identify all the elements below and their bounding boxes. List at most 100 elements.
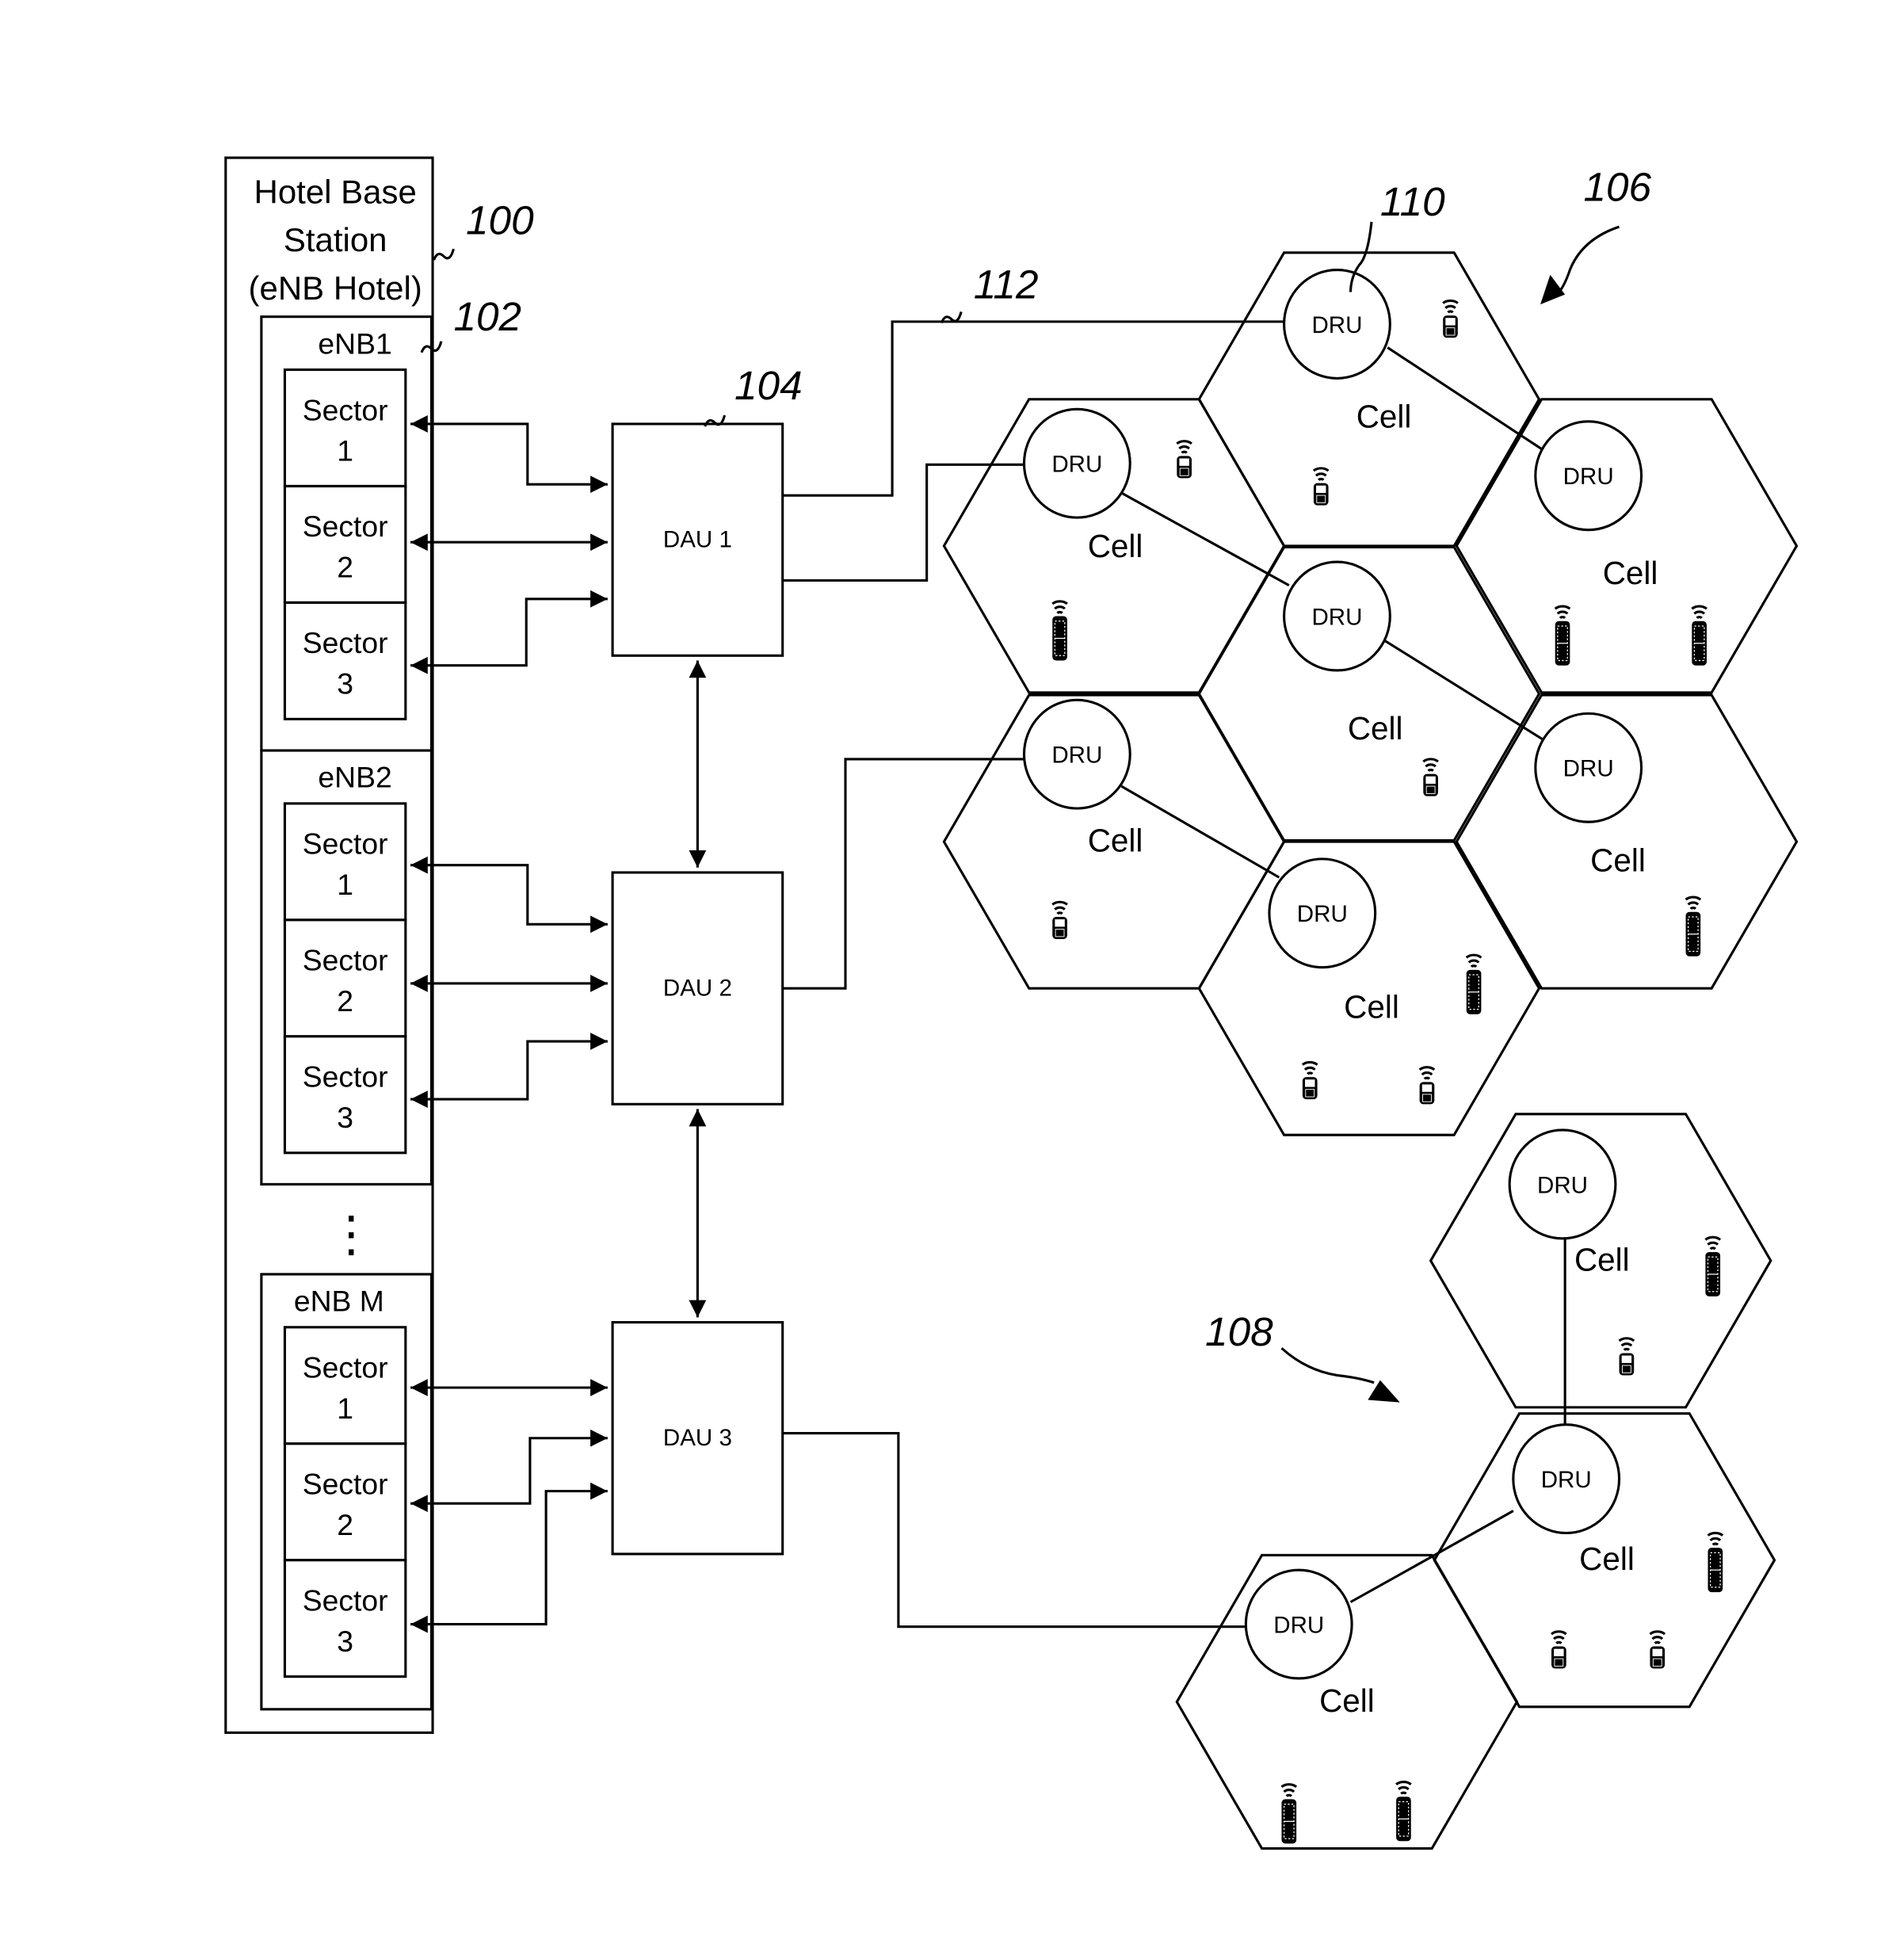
- hotel-base-station-label: (eNB Hotel): [249, 269, 422, 307]
- ref-106-arrowhead: [1540, 274, 1566, 305]
- dau1-dru-link: [782, 463, 1024, 582]
- sector-label: Sector: [303, 827, 388, 861]
- handset-icon: [1684, 895, 1702, 958]
- ellipsis-dots: ⋮: [326, 1207, 376, 1262]
- cell-label: Cell: [1574, 1241, 1630, 1277]
- ref-112: 112: [974, 262, 1039, 307]
- mobile-phone-icon: [1175, 440, 1193, 479]
- sector-number: 1: [337, 868, 353, 901]
- ref-102: 102: [453, 294, 521, 339]
- dau-label: DAU 2: [663, 975, 732, 1001]
- mobile-phone-icon: [1418, 1066, 1436, 1105]
- cell-label: Cell: [1088, 528, 1143, 564]
- handset-icon: [1554, 605, 1571, 667]
- sector-number: 3: [337, 666, 353, 700]
- hotel-base-station-label: Hotel Base: [254, 174, 417, 211]
- dau-label: DAU 3: [663, 1425, 732, 1451]
- sector-box: [283, 484, 407, 604]
- dau3-dru-link: [782, 1431, 1247, 1629]
- cell-clusters: DRU DRU DRU DRU DRU DRU DRU Cell Cell Cell Cell Cel…: [942, 251, 1799, 1850]
- ref-106-leader: [1554, 225, 1620, 298]
- dru-label: DRU: [1051, 452, 1102, 478]
- sector-number: 2: [337, 1508, 353, 1541]
- ref-108: 108: [1205, 1309, 1273, 1354]
- mobile-phone-icon: [1618, 1337, 1635, 1377]
- base-station-group: Hotel Base Station (eNB Hotel) eNB1 Sector 1 S…: [224, 156, 434, 1734]
- link-lines: [410, 320, 1566, 1633]
- dru-dru-link: [1120, 785, 1280, 879]
- sector-dau-arrow: [410, 1033, 608, 1108]
- mobile-phone-icon: [1051, 900, 1069, 941]
- sector-label: Sector: [303, 944, 388, 977]
- cell-label: Cell: [1356, 399, 1412, 435]
- sector-number: 3: [337, 1625, 353, 1658]
- sector-label: Sector: [303, 626, 388, 659]
- sector-dau-arrow: [410, 856, 608, 934]
- sector-box: [283, 1035, 407, 1155]
- sector-dau-arrow: [410, 1429, 608, 1513]
- handset-icon: [1465, 953, 1482, 1016]
- sector-box: [283, 1326, 407, 1445]
- ref-100: 100: [466, 197, 534, 242]
- dau-label: DAU 1: [663, 526, 732, 552]
- sector-box: [283, 601, 407, 720]
- sector-box: [283, 368, 407, 488]
- handset-icon: [1690, 605, 1708, 667]
- mobile-phone-icon: [1301, 1060, 1319, 1101]
- sector-label: Sector: [303, 1583, 388, 1617]
- cell-label: Cell: [1344, 988, 1399, 1025]
- sector-dau-arrow: [410, 1482, 608, 1633]
- ref-104: 104: [735, 363, 803, 408]
- cell-label: Cell: [1319, 1682, 1375, 1719]
- ref-106: 106: [1583, 164, 1651, 209]
- dru-label: DRU: [1051, 743, 1102, 769]
- handset-icon: [1704, 1235, 1722, 1298]
- sector-box: [283, 1442, 407, 1562]
- enb-label: eNB M: [294, 1285, 384, 1318]
- mobile-phone-icon: [1312, 467, 1330, 507]
- ref-110: 110: [1380, 179, 1445, 224]
- cell-label: Cell: [1590, 842, 1646, 878]
- enb-label: eNB1: [318, 326, 391, 360]
- tilde-leader: [433, 248, 455, 261]
- dru-label: DRU: [1563, 464, 1614, 490]
- cell-label: Cell: [1348, 710, 1403, 747]
- dru-label: DRU: [1563, 756, 1614, 782]
- sector-label: Sector: [303, 510, 388, 543]
- handset-icon: [1280, 1783, 1298, 1845]
- enb-label: eNB2: [318, 761, 391, 794]
- mobile-phone-icon: [1441, 299, 1459, 339]
- sector-label: Sector: [303, 393, 388, 426]
- handset-icon: [1395, 1781, 1413, 1842]
- hotel-base-station-label: Station: [284, 221, 387, 258]
- dru-label: DRU: [1311, 604, 1362, 630]
- sector-label: Sector: [303, 1468, 388, 1501]
- sector-number: 1: [337, 1392, 353, 1425]
- dru-dru-link: [1120, 491, 1290, 587]
- dru-label: DRU: [1311, 312, 1362, 338]
- distributed-antenna-system-diagram: Hotel Base Station (eNB Hotel) eNB1 Sector 1 S…: [224, 156, 1799, 1850]
- dau2-dru-link: [782, 758, 1024, 990]
- sector-label: Sector: [303, 1351, 388, 1384]
- dru-label: DRU: [1541, 1467, 1592, 1493]
- cell-label: Cell: [1603, 555, 1658, 591]
- sector-dau-arrow: [410, 590, 608, 674]
- dru-label: DRU: [1297, 901, 1348, 927]
- sector-number: 2: [337, 551, 353, 584]
- sector-box: [283, 918, 407, 1038]
- sector-number: 1: [337, 434, 353, 468]
- cell-label: Cell: [1088, 823, 1143, 859]
- sector-box: [283, 802, 407, 922]
- dru-label: DRU: [1273, 1612, 1324, 1638]
- sector-number: 2: [337, 984, 353, 1018]
- dau-group: DAU 1 DAU 2 DAU 3: [611, 422, 784, 1556]
- cell-label: Cell: [1579, 1541, 1635, 1577]
- sector-box: [283, 1559, 407, 1678]
- sector-dau-arrow: [410, 415, 608, 494]
- dru-label: DRU: [1537, 1172, 1588, 1198]
- handset-icon: [1051, 600, 1069, 663]
- mobile-phone-icon: [1648, 1630, 1666, 1671]
- sector-label: Sector: [303, 1060, 388, 1094]
- mobile-phone-icon: [1550, 1630, 1568, 1671]
- handset-icon: [1706, 1531, 1724, 1594]
